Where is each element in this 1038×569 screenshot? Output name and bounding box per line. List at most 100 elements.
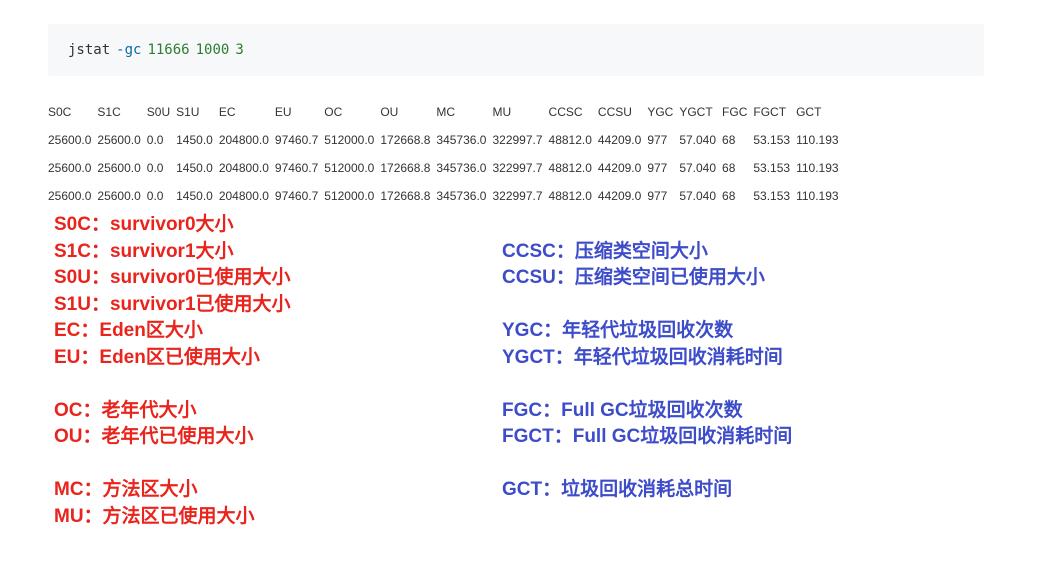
legend-spacer xyxy=(54,451,291,478)
table-header-row: S0C S1C S0U S1U EC EU OC OU MC MU CCSC CCSU YGC YGCT F… xyxy=(48,98,845,126)
table-header-cell: S0U xyxy=(146,105,171,119)
table-cell: 97460.7 xyxy=(274,189,319,203)
table-cell: 322997.7 xyxy=(492,189,543,203)
legend-item: EU：Eden区已使用大小 xyxy=(54,346,260,368)
legend-item: GCT：垃圾回收消耗总时间 xyxy=(502,479,733,500)
table-cell: 512000.0 xyxy=(324,161,375,175)
table-cell: 57.040 xyxy=(679,133,717,147)
table-row: 25600.0 25600.0 0.0 1450.0 204800.0 97460.7 51… xyxy=(48,126,845,154)
legend-item: YGC：年轻代垃圾回收次数 xyxy=(502,320,734,341)
page: jstat -gc 11666 1000 3 S0C S1C S0U S1U EC EU O… xyxy=(0,0,1038,569)
legend-item: S1U：survivor1已使用大小 xyxy=(54,293,291,315)
legend-item: FGCT：Full GC垃圾回收消耗时间 xyxy=(502,426,793,447)
table-cell: 97460.7 xyxy=(274,133,319,147)
table-cell: 204800.0 xyxy=(218,189,269,203)
table-cell: 0.0 xyxy=(146,133,164,147)
table-header-cell: GCT xyxy=(796,105,822,119)
table-cell: 345736.0 xyxy=(436,161,487,175)
table-header-cell: S1U xyxy=(176,105,200,119)
command-count: 3 xyxy=(235,42,244,58)
table-cell: 110.193 xyxy=(796,189,839,203)
command-interval: 1000 xyxy=(195,42,230,58)
table-cell: 53.153 xyxy=(753,161,791,175)
legend-spacer xyxy=(502,451,792,478)
legend-item: S0C：survivor0大小 xyxy=(54,214,234,235)
table-cell: 68 xyxy=(722,133,736,147)
table-cell: 110.193 xyxy=(796,133,839,147)
table-cell: 25600.0 xyxy=(48,189,92,203)
table-cell: 44209.0 xyxy=(597,161,642,175)
legend-spacer xyxy=(502,212,792,239)
table-cell: 172668.8 xyxy=(380,133,431,147)
legend-item: S1C：survivor1大小 xyxy=(54,240,234,262)
table-cell: 1450.0 xyxy=(176,161,213,175)
legend-item: CCSU：压缩类空间已使用大小 xyxy=(502,267,765,288)
table-cell: 57.040 xyxy=(679,161,717,175)
table-cell: 204800.0 xyxy=(218,161,269,175)
table-cell: 44209.0 xyxy=(597,133,642,147)
table-cell: 25600.0 xyxy=(97,161,141,175)
table-row: 25600.0 25600.0 0.0 1450.0 204800.0 97460.7 51… xyxy=(48,182,845,210)
gc-stats-table-wrap: S0C S1C S0U S1U EC EU OC OU MC MU CCSC CCSU YGC YGCT F… xyxy=(48,98,845,210)
table-cell: 97460.7 xyxy=(274,161,319,175)
table-cell: 48812.0 xyxy=(548,189,592,203)
legend-spacer xyxy=(502,371,792,398)
table-cell: 172668.8 xyxy=(380,189,431,203)
table-cell: 57.040 xyxy=(679,189,717,203)
legend-item: OU：老年代已使用大小 xyxy=(54,426,254,447)
command-flag: -gc xyxy=(116,42,142,58)
table-cell: 68 xyxy=(722,161,736,175)
table-cell: 110.193 xyxy=(796,161,839,175)
table-cell: 25600.0 xyxy=(97,133,141,147)
table-cell: 172668.8 xyxy=(380,161,431,175)
table-cell: 0.0 xyxy=(146,161,164,175)
table-cell: 48812.0 xyxy=(548,161,592,175)
table-cell: 977 xyxy=(647,161,668,175)
legend-right: CCSC：压缩类空间大小 CCSU：压缩类空间已使用大小 YGC：年轻代垃圾回收次数… xyxy=(502,212,792,504)
table-cell: 25600.0 xyxy=(48,161,92,175)
table-cell: 322997.7 xyxy=(492,133,543,147)
table-cell: 512000.0 xyxy=(324,133,375,147)
table-header-cell: OU xyxy=(380,105,399,119)
table-cell: 53.153 xyxy=(753,189,791,203)
legend-item: MC：方法区大小 xyxy=(54,479,198,500)
table-cell: 48812.0 xyxy=(548,133,592,147)
table-cell: 1450.0 xyxy=(176,133,213,147)
table-header-cell: S1C xyxy=(97,105,121,119)
table-header-cell: MC xyxy=(436,105,456,119)
table-cell: 25600.0 xyxy=(97,189,141,203)
table-cell: 345736.0 xyxy=(436,133,487,147)
table-header-cell: CCSU xyxy=(597,105,632,119)
gc-stats-table: S0C S1C S0U S1U EC EU OC OU MC MU CCSC CCSU YGC YGCT F… xyxy=(48,98,845,210)
table-cell: 44209.0 xyxy=(597,189,642,203)
table-cell: 0.0 xyxy=(146,189,164,203)
command-pid: 11666 xyxy=(147,42,190,58)
table-header-cell: CCSC xyxy=(548,105,583,119)
table-cell: 25600.0 xyxy=(48,133,92,147)
legend-spacer xyxy=(54,371,291,398)
legend-item: OC：老年代大小 xyxy=(54,399,197,421)
table-cell: 204800.0 xyxy=(218,133,269,147)
command-name: jstat xyxy=(68,42,111,58)
table-cell: 68 xyxy=(722,189,736,203)
legend-item: YGCT：年轻代垃圾回收消耗时间 xyxy=(502,346,783,368)
table-cell: 345736.0 xyxy=(436,189,487,203)
legend-item: CCSC：压缩类空间大小 xyxy=(502,240,708,262)
legend-spacer xyxy=(502,292,792,319)
legend-item: FGC：Full GC垃圾回收次数 xyxy=(502,399,743,421)
table-header-cell: S0C xyxy=(48,105,72,119)
table-header-cell: FGC xyxy=(722,105,748,119)
table-header-cell: FGCT xyxy=(753,105,787,119)
table-header-cell: EC xyxy=(218,105,236,119)
code-block: jstat -gc 11666 1000 3 xyxy=(48,24,984,76)
table-row: 25600.0 25600.0 0.0 1450.0 204800.0 97460.7 51… xyxy=(48,154,845,182)
table-cell: 322997.7 xyxy=(492,161,543,175)
table-cell: 977 xyxy=(647,189,668,203)
table-cell: 977 xyxy=(647,133,668,147)
table-cell: 512000.0 xyxy=(324,189,375,203)
table-header-cell: EU xyxy=(274,105,292,119)
table-header-cell: YGC xyxy=(647,105,674,119)
legend-item: MU：方法区已使用大小 xyxy=(54,505,255,527)
table-cell: 1450.0 xyxy=(176,189,213,203)
table-header-cell: MU xyxy=(492,105,512,119)
